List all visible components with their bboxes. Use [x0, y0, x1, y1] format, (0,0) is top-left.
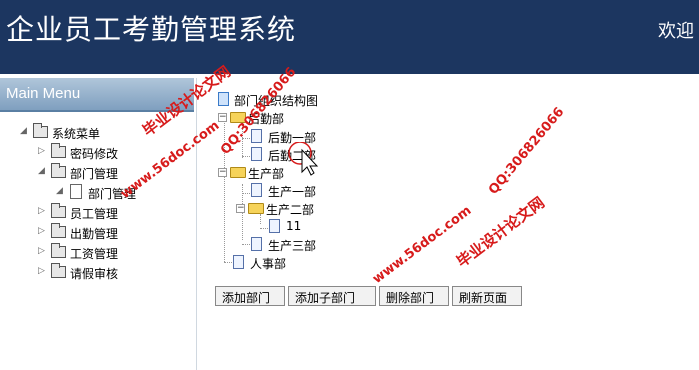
menu-item-salary[interactable]: ▷ 工资管理 — [38, 243, 178, 262]
delete-department-button[interactable]: 删除部门 — [379, 286, 449, 306]
folder-icon — [51, 143, 66, 158]
dept-node-label: 11 — [286, 219, 302, 233]
expand-icon[interactable]: ▷ — [38, 226, 48, 236]
menu-item-employee[interactable]: ▷ 员工管理 — [38, 203, 178, 222]
folder-icon — [51, 263, 66, 278]
dept-node-label: 生产三部 — [268, 239, 317, 253]
folder-icon — [51, 223, 66, 238]
page-icon — [251, 183, 262, 197]
dept-node-label: 人事部 — [250, 257, 287, 271]
expand-icon[interactable]: ▷ — [38, 206, 48, 216]
app-title: 企业员工考勤管理系统 — [6, 13, 297, 46]
tree-line — [260, 214, 261, 224]
dept-node-label: 生产一部 — [268, 185, 317, 199]
welcome-text: 欢迎 — [658, 21, 694, 42]
page-icon — [269, 219, 280, 233]
tree-line — [260, 228, 268, 229]
menu-item-attendance[interactable]: ▷ 出勤管理 — [38, 223, 178, 242]
page-icon — [70, 184, 82, 199]
menu-subitem-department[interactable]: ◢ 部门管理 — [56, 184, 176, 202]
expand-icon[interactable]: ▷ — [38, 246, 48, 256]
add-department-button[interactable]: 添加部门 — [215, 286, 285, 306]
menu-root-label: 系统菜单 — [52, 127, 101, 141]
folder-icon — [51, 203, 66, 218]
collapse-icon[interactable]: ◢ — [38, 166, 48, 176]
folder-icon — [33, 123, 48, 138]
collapse-icon[interactable]: − — [218, 168, 227, 177]
sidebar-title: Main Menu — [6, 85, 81, 102]
page-icon — [233, 255, 244, 269]
folder-icon — [51, 163, 66, 178]
menu-item-label: 请假审核 — [70, 267, 119, 281]
menu-item-leave[interactable]: ▷ 请假审核 — [38, 263, 178, 282]
refresh-page-button[interactable]: 刷新页面 — [452, 286, 522, 306]
folder-open-icon — [230, 167, 246, 178]
tree-root-icon — [218, 92, 229, 106]
cursor-icon — [288, 142, 319, 176]
menu-item-label: 工资管理 — [70, 247, 119, 261]
app-header: 企业员工考勤管理系统 欢迎 — [0, 0, 699, 74]
page-icon — [251, 147, 262, 161]
dept-node-label: 生产部 — [248, 167, 285, 181]
collapse-icon: ◢ — [56, 186, 63, 196]
collapse-icon[interactable]: ◢ — [20, 126, 30, 136]
dept-node-label: 生产二部 — [266, 203, 315, 217]
menu-item-label: 密码修改 — [70, 147, 119, 161]
add-sub-department-button[interactable]: 添加子部门 — [288, 286, 376, 306]
page-icon — [251, 129, 262, 143]
collapse-icon[interactable]: − — [218, 113, 227, 122]
page-icon — [251, 237, 262, 251]
folder-icon — [51, 243, 66, 258]
expand-icon[interactable]: ▷ — [38, 146, 48, 156]
menu-item-label: 出勤管理 — [70, 227, 119, 241]
collapse-icon[interactable]: − — [236, 204, 245, 213]
expand-icon[interactable]: ▷ — [38, 266, 48, 276]
menu-item-label: 部门管理 — [70, 167, 119, 181]
folder-open-icon — [248, 203, 264, 214]
menu-item-label: 员工管理 — [70, 207, 119, 221]
